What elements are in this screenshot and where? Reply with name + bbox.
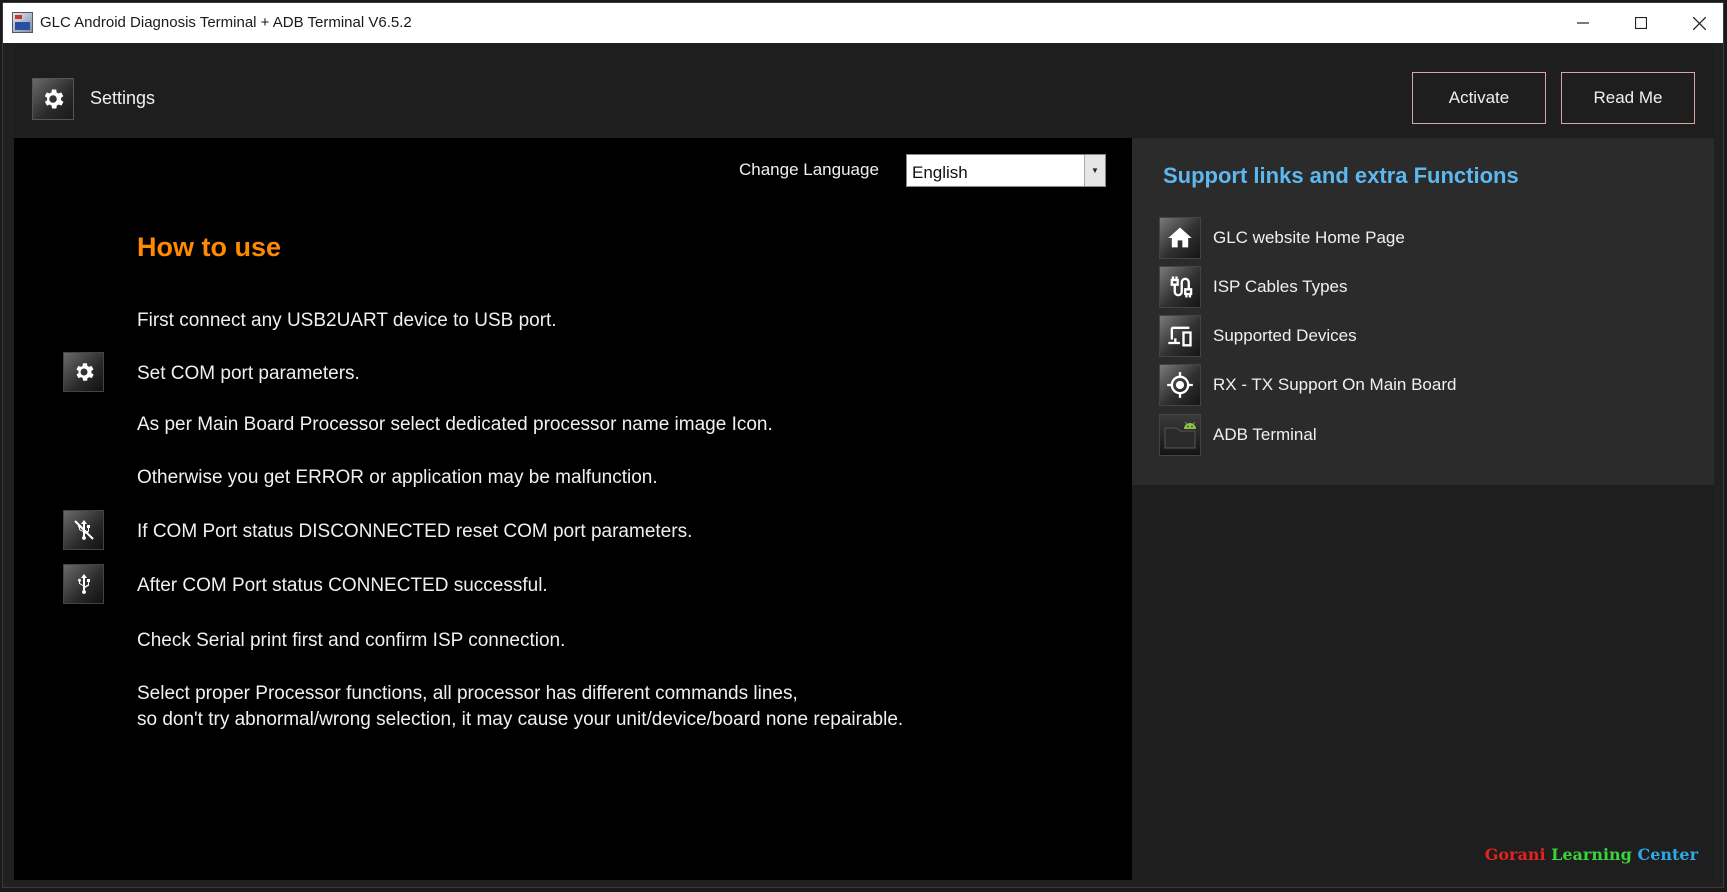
usb-connected-step-icon — [63, 564, 104, 604]
activate-button[interactable]: Activate — [1412, 72, 1546, 124]
title-bar[interactable]: GLC Android Diagnosis Terminal + ADB Ter… — [3, 3, 1723, 43]
link-adb-terminal[interactable]: ADB Terminal — [1159, 414, 1679, 456]
step-text: Otherwise you get ERROR or application m… — [137, 467, 658, 488]
usb-disconnected-step-icon — [63, 510, 104, 550]
settings-label: Settings — [90, 88, 156, 108]
step-text: Check Serial print first and confirm ISP… — [137, 630, 566, 651]
minimize-button[interactable] — [1554, 3, 1612, 43]
target-icon — [1159, 364, 1201, 406]
step-text: As per Main Board Processor select dedic… — [137, 414, 773, 435]
step-text: First connect any USB2UART device to USB… — [137, 310, 557, 331]
brand-logo: Gorani Learning Center — [1485, 845, 1698, 864]
gear-icon — [44, 89, 64, 109]
link-label: Supported Devices — [1213, 326, 1357, 345]
language-dropdown[interactable]: English ▼ — [906, 154, 1106, 187]
android-folder-icon — [1159, 414, 1201, 456]
chevron-down-icon[interactable]: ▼ — [1084, 155, 1105, 186]
close-button[interactable] — [1670, 3, 1723, 43]
home-icon — [1159, 217, 1201, 259]
app-logo-icon — [12, 12, 33, 33]
change-language-label: Change Language — [739, 160, 879, 179]
support-title: Support links and extra Functions — [1163, 163, 1519, 188]
gear-icon — [75, 363, 94, 381]
brand-word-2: Learning — [1551, 845, 1632, 864]
support-links-panel: Support links and extra Functions GLC we… — [1132, 138, 1714, 485]
usb-off-icon — [73, 520, 94, 540]
header-bar: Settings Activate Read Me — [14, 43, 1714, 138]
step-text: Select proper Processor functions, all p… — [137, 683, 798, 704]
read-me-button[interactable]: Read Me — [1561, 72, 1695, 124]
window-title: GLC Android Diagnosis Terminal + ADB Ter… — [40, 14, 412, 31]
close-icon — [1692, 16, 1706, 30]
settings-step-icon — [63, 352, 104, 392]
support-sidebar: Support links and extra Functions GLC we… — [1132, 138, 1714, 880]
how-to-title: How to use — [137, 232, 282, 262]
language-selected-value: English — [912, 163, 968, 182]
devices-icon — [1159, 315, 1201, 357]
link-label: GLC website Home Page — [1213, 228, 1405, 247]
link-label: ISP Cables Types — [1213, 277, 1348, 296]
maximize-button[interactable] — [1612, 3, 1670, 43]
settings-button[interactable] — [32, 78, 74, 120]
step-text: Set COM port parameters. — [137, 363, 360, 384]
step-text: so don't try abnormal/wrong selection, i… — [137, 709, 904, 730]
brand-word-3: Center — [1637, 845, 1698, 864]
cable-icon — [1159, 266, 1201, 308]
step-text: If COM Port status DISCONNECTED reset CO… — [137, 521, 693, 542]
minimize-icon — [1577, 22, 1589, 24]
link-label: ADB Terminal — [1213, 425, 1317, 444]
usb-icon — [77, 574, 90, 594]
how-to-panel: Change Language English ▼ How to use Fir… — [14, 138, 1132, 880]
brand-word-1: Gorani — [1484, 845, 1546, 864]
link-isp-cables[interactable]: ISP Cables Types — [1159, 266, 1679, 308]
maximize-icon — [1635, 17, 1647, 29]
app-window: GLC Android Diagnosis Terminal + ADB Ter… — [2, 2, 1724, 888]
link-supported-devices[interactable]: Supported Devices — [1159, 315, 1679, 357]
step-text: After COM Port status CONNECTED successf… — [137, 575, 548, 596]
link-rx-tx-support[interactable]: RX - TX Support On Main Board — [1159, 364, 1679, 406]
link-glc-home[interactable]: GLC website Home Page — [1159, 217, 1679, 259]
link-label: RX - TX Support On Main Board — [1213, 375, 1457, 394]
